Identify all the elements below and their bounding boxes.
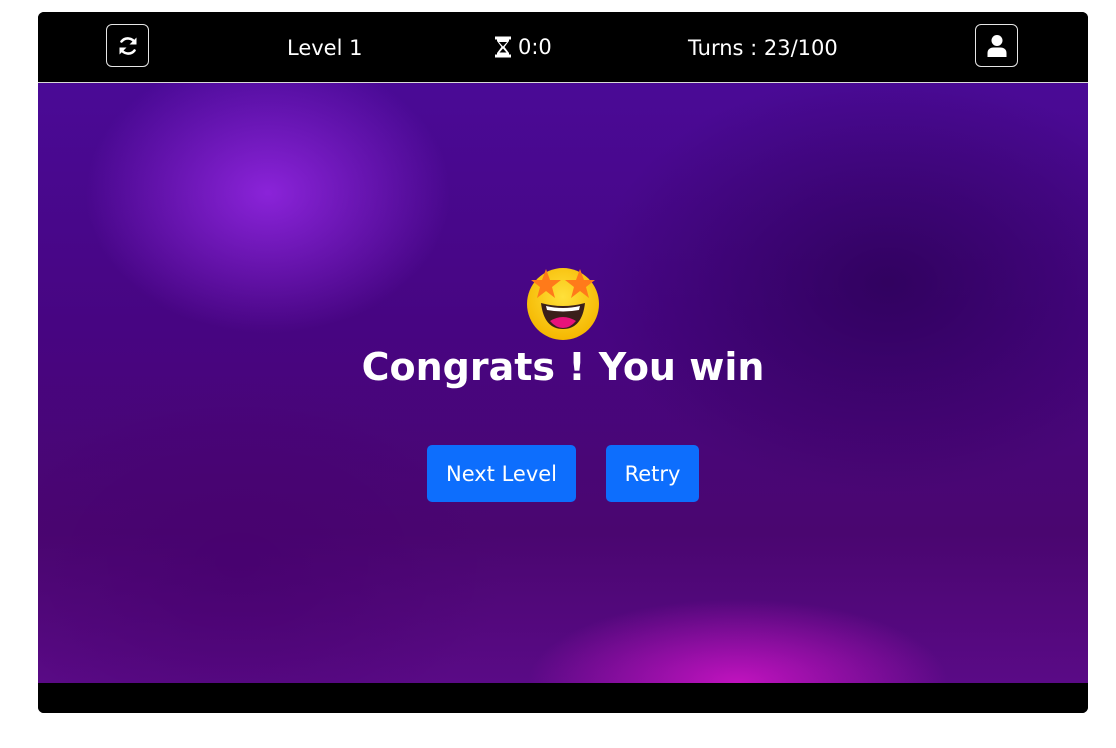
refresh-icon xyxy=(119,36,136,55)
play-area: Congrats ! You win Next Level Retry xyxy=(38,83,1088,683)
turns-counter: Turns : 23/100 xyxy=(688,36,838,60)
game-frame: Level 1 0:0 Turns : 23/100 Congrats ! Yo… xyxy=(38,12,1088,713)
profile-button[interactable] xyxy=(975,24,1018,67)
win-panel: Congrats ! You win Next Level Retry xyxy=(38,83,1088,683)
user-icon xyxy=(987,34,1006,57)
level-label: Level 1 xyxy=(287,36,363,60)
timer-value: 0:0 xyxy=(518,35,552,59)
win-title: Congrats ! You win xyxy=(361,345,765,389)
refresh-button[interactable] xyxy=(106,24,149,67)
star-struck-emoji-icon xyxy=(527,268,599,340)
next-level-button[interactable]: Next Level xyxy=(427,445,576,502)
bottom-bar xyxy=(38,683,1088,713)
timer: 0:0 xyxy=(494,12,552,82)
top-bar: Level 1 0:0 Turns : 23/100 xyxy=(38,12,1088,83)
retry-button[interactable]: Retry xyxy=(606,445,699,502)
hourglass-icon xyxy=(494,36,512,58)
